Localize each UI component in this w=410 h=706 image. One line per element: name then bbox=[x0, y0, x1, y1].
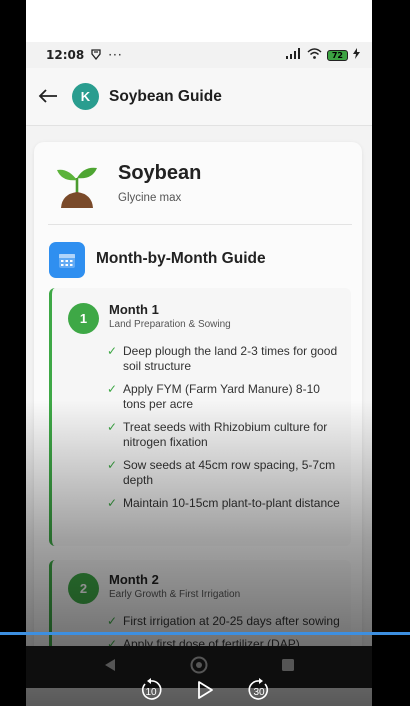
status-bar: 12:08 ··· 72 bbox=[26, 42, 372, 68]
battery-icon: 72 bbox=[326, 49, 348, 61]
month-subtitle: Land Preparation & Sowing bbox=[109, 319, 231, 330]
more-notifications-icon: ··· bbox=[108, 48, 123, 62]
check-icon: ✓ bbox=[107, 458, 118, 472]
check-icon: ✓ bbox=[107, 382, 118, 396]
video-controls: 10 30 bbox=[0, 674, 410, 706]
task-text: First irrigation at 20-25 days after sow… bbox=[123, 614, 340, 628]
task-list: ✓ Deep plough the land 2-3 times for good… bbox=[107, 344, 343, 519]
list-item: ✓ Treat seeds with Rhizobium culture for … bbox=[107, 420, 343, 450]
rewind-seconds: 10 bbox=[145, 687, 157, 698]
list-item: ✓ Apply FYM (Farm Yard Manure) 8-10 tons … bbox=[107, 382, 343, 412]
crop-name: Soybean bbox=[118, 162, 202, 184]
list-item: ✓ Maintain 10-15cm plant-to-plant distanc… bbox=[107, 496, 343, 511]
divider bbox=[48, 224, 352, 225]
check-icon: ✓ bbox=[107, 344, 118, 358]
phone-screen: 12:08 ··· 72 K Soybean Guide Soybean Gly… bbox=[26, 42, 372, 688]
video-progress-bar[interactable] bbox=[0, 632, 410, 635]
check-icon: ✓ bbox=[107, 614, 118, 628]
forward-seconds: 30 bbox=[253, 687, 265, 698]
month-card: 1 Month 1 Land Preparation & Sowing ✓ Dee… bbox=[49, 288, 351, 546]
check-icon: ✓ bbox=[107, 420, 118, 434]
task-text: Maintain 10-15cm plant-to-plant distance bbox=[123, 496, 340, 510]
month-title: Month 1 bbox=[109, 302, 159, 317]
status-time: 12:08 bbox=[46, 48, 85, 62]
task-text: Apply FYM (Farm Yard Manure) 8-10 tons p… bbox=[123, 382, 320, 411]
month-subtitle: Early Growth & First Irrigation bbox=[109, 589, 241, 600]
video-progress-fill bbox=[0, 632, 410, 635]
page-title: Soybean Guide bbox=[109, 87, 222, 105]
play-button[interactable] bbox=[193, 678, 217, 702]
signal-icon bbox=[285, 48, 302, 62]
month-number-badge: 1 bbox=[68, 303, 99, 334]
avatar[interactable]: K bbox=[72, 83, 99, 110]
app-bar: K Soybean Guide bbox=[26, 68, 372, 126]
video-frame-left bbox=[0, 0, 26, 706]
month-title: Month 2 bbox=[109, 572, 159, 587]
vpn-icon bbox=[90, 48, 102, 63]
task-text: Sow seeds at 45cm row spacing, 5-7cm dep… bbox=[123, 458, 336, 487]
task-text: Deep plough the land 2-3 times for good … bbox=[123, 344, 338, 373]
calendar-icon bbox=[49, 242, 85, 278]
charging-icon bbox=[353, 48, 360, 62]
forward-button[interactable]: 30 bbox=[247, 678, 271, 702]
list-item: ✓ First irrigation at 20-25 days after so… bbox=[107, 614, 343, 629]
play-icon bbox=[198, 681, 213, 699]
crop-scientific-name: Glycine max bbox=[118, 192, 182, 204]
section-title: Month-by-Month Guide bbox=[96, 250, 266, 267]
check-icon: ✓ bbox=[107, 496, 118, 510]
month-number-badge: 2 bbox=[68, 573, 99, 604]
crop-guide-card: Soybean Glycine max Month-by-Month Guide… bbox=[34, 142, 362, 688]
wifi-icon bbox=[307, 48, 322, 62]
list-item: ✓ Sow seeds at 45cm row spacing, 5-7cm de… bbox=[107, 458, 343, 488]
video-frame-right bbox=[372, 0, 410, 706]
back-arrow-icon[interactable] bbox=[38, 84, 68, 109]
list-item: ✓ Deep plough the land 2-3 times for good… bbox=[107, 344, 343, 374]
seedling-icon bbox=[54, 162, 100, 210]
rewind-button[interactable]: 10 bbox=[139, 678, 163, 702]
task-text: Treat seeds with Rhizobium culture for n… bbox=[123, 420, 328, 449]
